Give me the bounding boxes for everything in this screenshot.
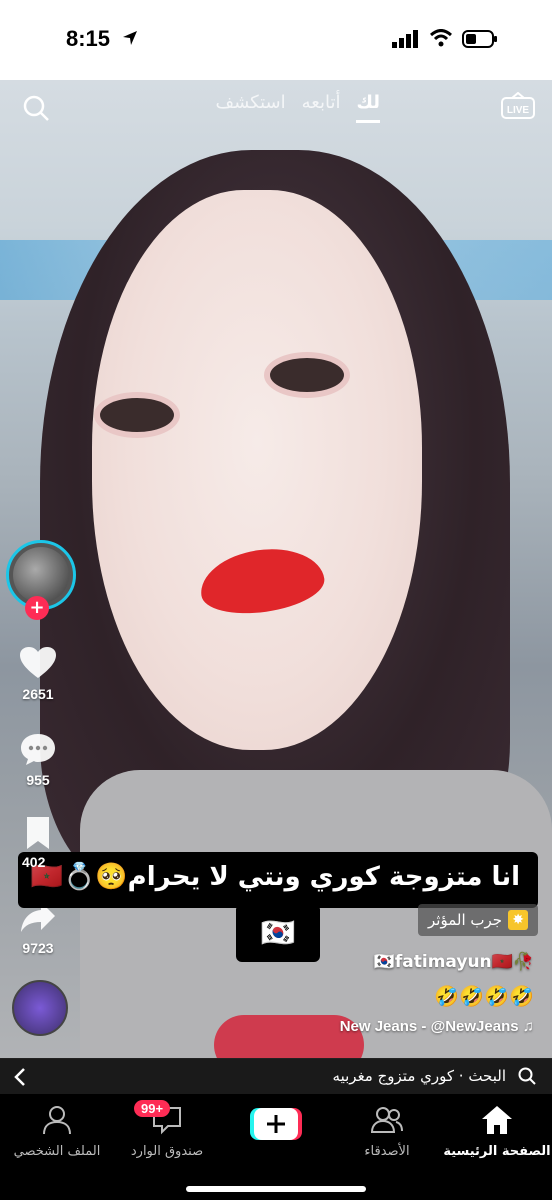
- share-count: 9723: [22, 940, 54, 956]
- search-icon[interactable]: [22, 94, 50, 122]
- bottom-nav: الصفحة الرئيسية الأصدقاء 99+ صندوق الوار…: [0, 1094, 552, 1200]
- search-suggestion-bar[interactable]: البحث · كوري متزوج مغربيه: [0, 1058, 552, 1095]
- feed-tabs: لك أتابعه استكشف: [170, 92, 380, 123]
- video-description: 🤣🤣🤣🤣: [434, 984, 534, 1008]
- live-icon[interactable]: LIVE: [500, 92, 536, 122]
- author-username[interactable]: 🇰🇷fatimayun🇲🇦🥀: [374, 952, 534, 972]
- nav-inbox-label: صندوق الوارد: [130, 1144, 204, 1159]
- comment-action[interactable]: 955: [0, 732, 76, 788]
- save-action[interactable]: [0, 816, 76, 854]
- nav-profile-label: الملف الشخصي: [13, 1144, 101, 1159]
- music-disc-icon[interactable]: [12, 980, 68, 1036]
- nav-friends[interactable]: الأصدقاء: [332, 1104, 442, 1159]
- comment-icon: [21, 734, 55, 765]
- caption-overlay: انا متزوجة كوري ونتي لا يحرام🥺💍🇲🇦: [18, 852, 538, 908]
- like-action[interactable]: 2651: [0, 646, 76, 702]
- home-indicator: [186, 1186, 366, 1192]
- nav-friends-label: الأصدقاء: [364, 1144, 410, 1159]
- live-label: LIVE: [507, 105, 530, 116]
- sound-label[interactable]: New Jeans - @NewJeans ♫: [340, 1018, 534, 1035]
- friends-icon: [370, 1107, 403, 1133]
- tab-explore[interactable]: استكشف: [215, 92, 285, 113]
- battery-icon: [462, 30, 497, 48]
- nav-profile[interactable]: الملف الشخصي: [2, 1104, 112, 1159]
- status-time: 8:15: [66, 26, 111, 51]
- effect-icon: ✸: [508, 910, 529, 930]
- inbox-badge: 99+: [134, 1100, 171, 1117]
- search-suggestion-text: البحث · كوري متزوج مغربيه: [332, 1067, 506, 1085]
- share-action[interactable]: 9723: [0, 900, 76, 956]
- profile-icon: [43, 1106, 71, 1135]
- create-button[interactable]: [250, 1106, 302, 1142]
- effect-tag[interactable]: ✸ جرب المؤثر: [418, 904, 539, 936]
- save-count: 402: [22, 854, 46, 870]
- location-arrow-icon: [123, 31, 137, 45]
- tab-for-you[interactable]: لك: [356, 92, 380, 123]
- follow-button[interactable]: +: [25, 596, 49, 620]
- heart-icon: [20, 647, 56, 678]
- search-icon: [518, 1067, 536, 1085]
- comment-count: 955: [26, 772, 50, 788]
- wifi-icon: [430, 29, 452, 47]
- effect-label: جرب المؤثر: [428, 911, 503, 929]
- tab-following[interactable]: أتابعه: [302, 92, 341, 113]
- bookmark-icon: [27, 817, 49, 849]
- like-count: 2651: [22, 686, 54, 702]
- caption-line-2: 🇰🇷: [236, 904, 320, 962]
- status-bar: 8:15: [0, 0, 552, 80]
- video-subject-face: [92, 190, 422, 750]
- nav-inbox[interactable]: 99+ صندوق الوارد: [112, 1100, 222, 1159]
- video-subject-eye: [270, 358, 344, 392]
- home-icon: [482, 1106, 512, 1134]
- chevron-left-icon[interactable]: [12, 1067, 28, 1087]
- nav-home[interactable]: الصفحة الرئيسية: [442, 1104, 552, 1159]
- nav-home-label: الصفحة الرئيسية: [443, 1144, 551, 1159]
- caption-line-1: انا متزوجة كوري ونتي لا يحرام🥺💍🇲🇦: [30, 862, 520, 892]
- video-subject-eye: [100, 398, 174, 432]
- cellular-signal-icon: [392, 30, 418, 48]
